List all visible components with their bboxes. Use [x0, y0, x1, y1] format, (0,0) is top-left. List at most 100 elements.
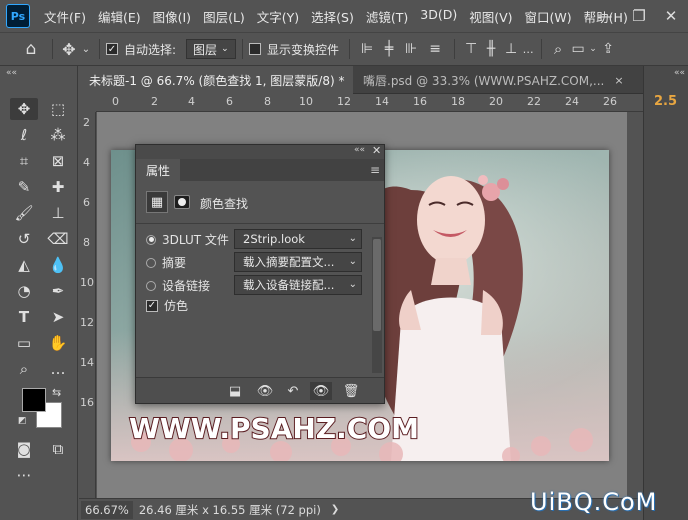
- default-colors-icon[interactable]: ◩: [18, 416, 27, 426]
- visibility-eye-icon[interactable]: 👁: [310, 382, 332, 400]
- mask-icon[interactable]: [174, 195, 190, 209]
- rectangle-tool-icon[interactable]: ▭: [10, 332, 38, 354]
- menu-edit[interactable]: 编辑(E): [98, 7, 141, 26]
- menu-type[interactable]: 文字(Y): [257, 7, 299, 26]
- option-abstract[interactable]: 摘要: [146, 254, 186, 271]
- menu-select[interactable]: 选择(S): [311, 7, 354, 26]
- reset-icon[interactable]: ↶: [282, 382, 304, 400]
- minimize-button[interactable]: —: [588, 0, 622, 32]
- share-icon[interactable]: ⇪: [598, 41, 618, 57]
- align-top-icon[interactable]: ⊤: [461, 41, 481, 57]
- foreground-color-swatch[interactable]: [22, 388, 46, 412]
- chevron-down-icon[interactable]: ⌄: [79, 44, 93, 55]
- radio-3dlut[interactable]: [146, 234, 156, 245]
- chevron-down-icon: ⌄: [348, 233, 357, 244]
- auto-select-target-value: 图层: [193, 42, 218, 57]
- maximize-button[interactable]: ❐: [622, 0, 656, 32]
- panel-tab-row: 属性 ≡: [136, 159, 384, 181]
- edit-toolbar-icon[interactable]: ⋯: [10, 464, 38, 486]
- show-transform-checkbox[interactable]: [249, 43, 262, 55]
- collapse-toolbar-button[interactable]: ««: [6, 68, 17, 78]
- align-vcenter-icon[interactable]: ╫: [481, 41, 501, 57]
- menu-window[interactable]: 窗口(W): [525, 7, 572, 26]
- horizontal-ruler: 0 2 4 6 8 10 12 14 16 18 20 22 24 26: [96, 95, 643, 112]
- menu-layer[interactable]: 图层(L): [203, 7, 245, 26]
- chevron-down-icon[interactable]: ⌄: [588, 44, 598, 54]
- ruler-tick: 6: [226, 95, 233, 108]
- tab-untitled-1[interactable]: 未标题-1 @ 66.7% (颜色查找 1, 图层蒙版/8) * ×: [79, 66, 353, 94]
- zoom-tool-icon[interactable]: ⌕: [10, 358, 38, 380]
- magic-wand-icon[interactable]: ⁂: [44, 124, 72, 146]
- ruler-tick: 4: [188, 95, 195, 108]
- distribute-icon[interactable]: ≡: [422, 41, 448, 57]
- healing-brush-icon[interactable]: ✚: [44, 176, 72, 198]
- quick-mask-icon[interactable]: ◙: [10, 438, 38, 460]
- status-menu-arrow-icon[interactable]: ❯: [331, 504, 339, 515]
- close-icon[interactable]: ×: [614, 74, 623, 87]
- panel-header: «« ✕: [136, 144, 384, 159]
- eraser-tool-icon[interactable]: ⌫: [44, 228, 72, 250]
- abstract-select[interactable]: 载入摘要配置文... ⌄: [234, 252, 362, 272]
- device-link-select[interactable]: 载入设备链接配... ⌄: [234, 275, 362, 295]
- align-right-icon[interactable]: ⊪: [400, 41, 422, 57]
- menu-file[interactable]: 文件(F): [44, 7, 86, 26]
- radio-device-link[interactable]: [146, 280, 156, 291]
- option-device-link[interactable]: 设备链接: [146, 277, 210, 294]
- search-icon[interactable]: ⌕: [548, 40, 568, 58]
- dither-checkbox[interactable]: ✓: [146, 299, 158, 312]
- option-3dlut[interactable]: 3DLUT 文件: [146, 231, 229, 248]
- delete-trash-icon[interactable]: 🗑: [340, 382, 362, 400]
- lut-file-select[interactable]: 2Strip.look ⌄: [234, 229, 362, 249]
- close-window-button[interactable]: ✕: [654, 0, 688, 32]
- move-tool-icon[interactable]: ✥: [10, 98, 38, 120]
- dither-label: 仿色: [164, 299, 189, 313]
- align-hcenter-icon[interactable]: ╪: [378, 41, 400, 57]
- tab-lips-psd[interactable]: 嘴唇.psd @ 33.3% (WWW.PSAHZ.COM,... ×: [353, 66, 643, 94]
- pen-tool-icon[interactable]: ✒: [44, 280, 72, 302]
- screen-mode-icon[interactable]: ⧉: [44, 438, 72, 460]
- move-tool-icon[interactable]: ✥: [59, 40, 79, 59]
- workspace-icon[interactable]: ▭: [568, 41, 588, 57]
- blur-tool-icon[interactable]: 💧: [44, 254, 72, 276]
- scrollbar-thumb[interactable]: [373, 239, 381, 331]
- dodge-tool-icon[interactable]: ◔: [10, 280, 38, 302]
- collapse-dock-button[interactable]: ««: [674, 68, 685, 78]
- menu-3d[interactable]: 3D(D): [420, 7, 457, 26]
- panel-scrollbar[interactable]: [372, 237, 382, 373]
- menu-filter[interactable]: 滤镜(T): [366, 7, 408, 26]
- adjustment-grid-icon[interactable]: ▦: [146, 191, 168, 213]
- more-tools-icon[interactable]: …: [44, 358, 72, 380]
- view-previous-icon[interactable]: 👁: [254, 382, 276, 400]
- frame-tool-icon[interactable]: ⊠: [44, 150, 72, 172]
- auto-select-checkbox[interactable]: ✓: [106, 43, 118, 55]
- zoom-level-field[interactable]: 66.67%: [81, 500, 133, 519]
- type-tool-icon[interactable]: T: [10, 306, 38, 328]
- tab-properties[interactable]: 属性: [136, 159, 181, 181]
- crop-tool-icon[interactable]: ⌗: [10, 150, 38, 172]
- auto-select-target-dropdown[interactable]: 图层 ⌄: [186, 39, 237, 59]
- menu-view[interactable]: 视图(V): [469, 7, 512, 26]
- radio-abstract[interactable]: [146, 257, 156, 268]
- select-value: 2Strip.look: [243, 232, 305, 246]
- eyedropper-icon[interactable]: ✎: [10, 176, 38, 198]
- panel-menu-icon[interactable]: ≡: [370, 163, 380, 177]
- marquee-tool-icon[interactable]: ⬚: [44, 98, 72, 120]
- close-panel-icon[interactable]: ✕: [372, 144, 381, 157]
- stamp-tool-icon[interactable]: ⊥: [44, 202, 72, 224]
- align-bottom-icon[interactable]: ⊥: [501, 41, 521, 57]
- lasso-tool-icon[interactable]: ℓ: [10, 124, 38, 146]
- clip-to-layer-icon[interactable]: ⬓: [224, 382, 246, 400]
- brush-tool-icon[interactable]: 🖌: [10, 202, 38, 224]
- more-icon[interactable]: …: [521, 43, 535, 56]
- paint-bucket-icon[interactable]: ◭: [10, 254, 38, 276]
- dither-row[interactable]: ✓ 仿色: [146, 297, 188, 314]
- menu-image[interactable]: 图像(I): [153, 7, 191, 26]
- hand-tool-icon[interactable]: ✋: [44, 332, 72, 354]
- collapse-panel-button[interactable]: ««: [354, 145, 365, 155]
- home-icon[interactable]: ⌂: [16, 39, 46, 59]
- divider: [242, 39, 244, 59]
- swap-colors-icon[interactable]: ⇆: [52, 386, 61, 399]
- align-left-icon[interactable]: ⊫: [356, 41, 378, 57]
- path-select-icon[interactable]: ➤: [44, 306, 72, 328]
- history-brush-icon[interactable]: ↺: [10, 228, 38, 250]
